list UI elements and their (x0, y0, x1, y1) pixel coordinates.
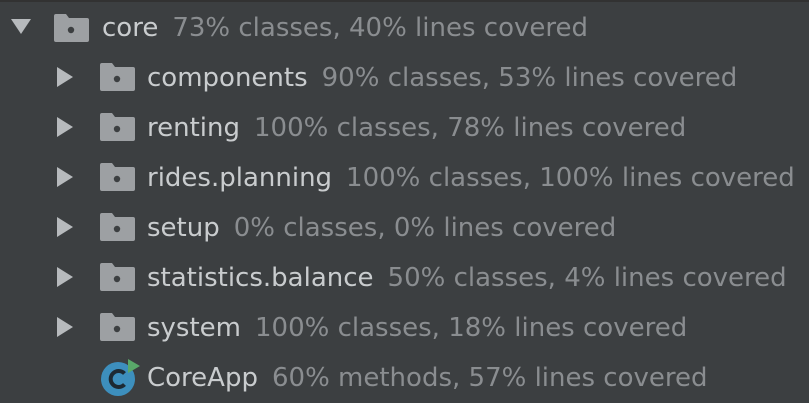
node-name: statistics.balance (147, 263, 374, 293)
expand-arrow-icon[interactable] (57, 217, 73, 237)
tree-row-renting[interactable]: renting 100% classes, 78% lines covered (0, 103, 809, 153)
node-coverage-stats: 50% classes, 4% lines covered (387, 263, 787, 293)
folder-package-icon (100, 113, 135, 141)
node-name: renting (147, 113, 240, 143)
tree-row-coreapp[interactable]: CoreApp 60% methods, 57% lines covered (0, 353, 809, 403)
node-coverage-stats: 100% classes, 78% lines covered (254, 113, 687, 143)
node-coverage-stats: 90% classes, 53% lines covered (321, 63, 738, 93)
folder-package-icon (100, 313, 135, 341)
node-name: setup (147, 213, 220, 243)
expand-arrow-icon[interactable] (57, 67, 73, 87)
coverage-tree: core 73% classes, 40% lines covered compo… (0, 0, 809, 403)
node-name: rides.planning (147, 163, 333, 193)
expand-arrow-icon[interactable] (57, 317, 73, 337)
node-name: system (147, 313, 241, 343)
expand-arrow-icon[interactable] (57, 267, 73, 287)
node-name: core (102, 13, 159, 43)
node-coverage-stats: 100% classes, 100% lines covered (346, 163, 795, 193)
node-name: CoreApp (147, 363, 258, 393)
folder-package-icon (54, 14, 89, 42)
runnable-class-icon (100, 357, 140, 397)
tree-row-core[interactable]: core 73% classes, 40% lines covered (0, 4, 809, 54)
folder-package-icon (100, 213, 135, 241)
node-coverage-stats: 73% classes, 40% lines covered (172, 13, 588, 43)
tree-row-rides-planning[interactable]: rides.planning 100% classes, 100% lines c… (0, 153, 809, 203)
tree-row-setup[interactable]: setup 0% classes, 0% lines covered (0, 203, 809, 253)
tree-row-statistics-balance[interactable]: statistics.balance 50% classes, 4% lines … (0, 253, 809, 303)
expand-arrow-icon[interactable] (57, 117, 73, 137)
folder-package-icon (100, 263, 135, 291)
expand-arrow-icon[interactable] (57, 167, 73, 187)
tree-row-components[interactable]: components 90% classes, 53% lines covered (0, 53, 809, 103)
tree-row-system[interactable]: system 100% classes, 18% lines covered (0, 303, 809, 353)
node-coverage-stats: 60% methods, 57% lines covered (271, 363, 708, 393)
node-name: components (147, 63, 308, 93)
node-coverage-stats: 0% classes, 0% lines covered (233, 213, 617, 243)
folder-package-icon (100, 163, 135, 191)
collapse-arrow-icon[interactable] (11, 19, 31, 34)
folder-package-icon (100, 63, 135, 91)
node-coverage-stats: 100% classes, 18% lines covered (255, 313, 688, 343)
